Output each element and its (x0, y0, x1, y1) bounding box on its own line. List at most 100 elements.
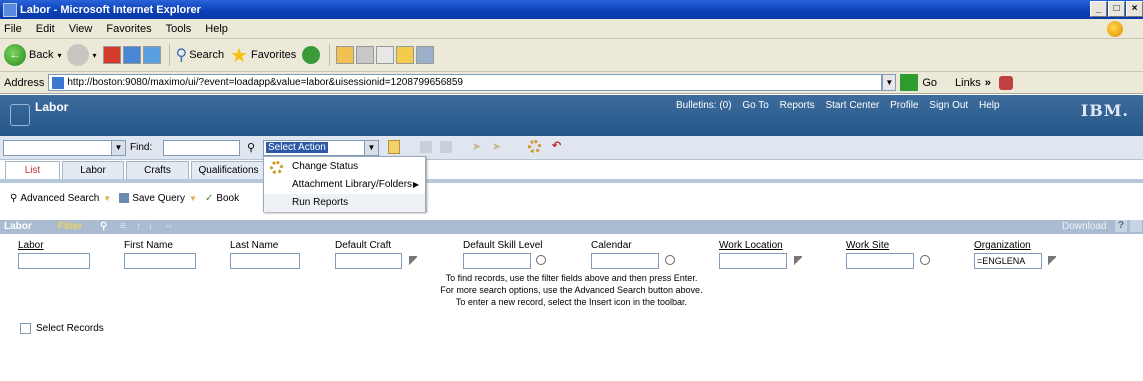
folder-icon[interactable] (396, 46, 415, 64)
detail-menu-icon[interactable] (794, 256, 802, 266)
change-status-icon[interactable] (528, 140, 541, 153)
sort-up-icon[interactable]: ↑ (136, 221, 141, 232)
col-default-skill-level[interactable]: Default Skill Level (463, 240, 542, 251)
find-field-select[interactable]: ▼ (3, 140, 126, 156)
binoculars-icon[interactable]: ⚲ (100, 221, 107, 232)
filter-labor[interactable] (18, 253, 90, 269)
menu-item-attachment-library[interactable]: Attachment Library/Folders ▶ (264, 176, 425, 194)
tab-crafts[interactable]: Crafts (126, 161, 189, 179)
search-button[interactable]: ⚲ Search (176, 45, 225, 65)
menu-edit[interactable]: Edit (36, 23, 55, 35)
go-button[interactable]: Go (922, 77, 937, 89)
tab-labor[interactable]: Labor (62, 161, 124, 179)
favorites-button[interactable]: ★ Favorites (230, 43, 296, 68)
address-input[interactable]: http://boston:9080/maximo/ui/?event=load… (48, 74, 883, 91)
insert-icon[interactable] (388, 140, 400, 154)
sort-down-icon[interactable]: ↓ (148, 221, 153, 232)
edit-icon[interactable] (376, 46, 395, 64)
help-icon[interactable]: ? (1115, 220, 1127, 232)
start-center-link[interactable]: Start Center (825, 100, 879, 111)
back-label: Back (29, 49, 54, 61)
menu-tools[interactable]: Tools (166, 23, 192, 35)
home-icon[interactable] (142, 46, 161, 64)
menu-item-change-status[interactable]: Change Status (264, 158, 425, 176)
clear-filter-icon[interactable]: ≡ (120, 221, 126, 232)
filter-button[interactable]: Filter (58, 221, 82, 232)
print-icon[interactable] (356, 46, 375, 64)
messenger-icon[interactable] (416, 46, 435, 64)
filter-first-name[interactable] (124, 253, 196, 269)
filter-work-site[interactable] (846, 253, 914, 269)
close-button[interactable]: × (1126, 1, 1143, 17)
select-records-checkbox[interactable] (20, 323, 31, 334)
expand-icon[interactable]: ⇔ (164, 221, 174, 232)
filter-last-name[interactable] (230, 253, 300, 269)
tab-list[interactable]: List (5, 161, 60, 179)
address-bar: Address http://boston:9080/maximo/ui/?ev… (0, 72, 1143, 94)
select-records-toggle[interactable]: Select Records (20, 323, 104, 334)
find-input[interactable] (163, 140, 240, 156)
back-button[interactable]: ← Back ▾ (4, 44, 61, 66)
previous-icon[interactable]: ➤ (472, 140, 481, 153)
menu-item-run-reports[interactable]: Run Reports (264, 194, 425, 212)
chevron-down-icon: ▼ (189, 193, 197, 203)
minimize-button[interactable]: _ (1090, 1, 1107, 17)
address-dropdown-button[interactable]: ▼ (882, 74, 897, 91)
lookup-icon[interactable] (920, 255, 930, 265)
stop-icon[interactable] (102, 46, 121, 64)
bookmarks-button[interactable]: ✓ Book (205, 193, 239, 204)
sign-out-link[interactable]: Sign Out (929, 100, 968, 111)
col-organization[interactable]: Organization (974, 240, 1031, 251)
save-icon[interactable] (420, 141, 432, 153)
lookup-icon[interactable] (665, 255, 675, 265)
save-query-button[interactable]: Save Query ▼ (119, 193, 197, 204)
links-button[interactable]: Links (955, 77, 981, 89)
filter-calendar[interactable] (591, 253, 659, 269)
filter-organization[interactable]: =ENGLENA (974, 253, 1042, 269)
detail-menu-icon[interactable] (409, 256, 417, 266)
advanced-search-button[interactable]: ⚲ Advanced Search ▼ (10, 193, 111, 204)
col-labor[interactable]: Labor (18, 240, 44, 251)
goto-link[interactable]: Go To (742, 100, 769, 111)
addon-icon[interactable] (998, 75, 1013, 90)
bookmarks-label: Book (216, 192, 240, 204)
menu-help[interactable]: Help (205, 23, 228, 35)
maximize-button[interactable]: □ (1108, 1, 1125, 17)
select-action-dropdown[interactable]: Select Action ▼ (263, 140, 379, 156)
chevron-right-icon[interactable]: » (985, 77, 991, 89)
filter-work-location[interactable] (719, 253, 787, 269)
lookup-icon[interactable] (536, 255, 546, 265)
run-report-icon[interactable]: ↶ (552, 139, 561, 152)
table-menu-icon[interactable] (1130, 220, 1142, 232)
go-arrow-icon[interactable] (900, 74, 919, 91)
help-line: For more search options, use the Advance… (440, 285, 703, 295)
reports-link[interactable]: Reports (780, 100, 815, 111)
tab-qualifications[interactable]: Qualifications (191, 161, 266, 179)
search-label: Search (189, 49, 225, 61)
col-default-craft[interactable]: Default Craft (335, 240, 391, 251)
forward-button[interactable]: ▾ (67, 44, 97, 66)
bulletins-link[interactable]: Bulletins: (0) (676, 100, 732, 111)
help-link[interactable]: Help (979, 100, 1000, 111)
select-action-menu: Change Status Attachment Library/Folders… (263, 156, 426, 212)
filter-default-skill-level[interactable] (463, 253, 531, 269)
col-work-location[interactable]: Work Location (719, 240, 783, 251)
menu-view[interactable]: View (69, 23, 93, 35)
binoculars-icon[interactable]: ⚲ (247, 141, 255, 154)
next-icon[interactable]: ➤ (492, 140, 501, 153)
menu-favorites[interactable]: Favorites (106, 23, 151, 35)
media-icon[interactable] (302, 46, 321, 64)
menu-file[interactable]: File (4, 23, 22, 35)
clear-icon[interactable] (440, 141, 452, 153)
mail-icon[interactable] (336, 46, 355, 64)
filter-default-craft[interactable] (335, 253, 402, 269)
col-last-name[interactable]: Last Name (230, 240, 278, 251)
detail-menu-icon[interactable] (1048, 256, 1056, 266)
col-calendar[interactable]: Calendar (591, 240, 632, 251)
refresh-icon[interactable] (122, 46, 141, 64)
profile-link[interactable]: Profile (890, 100, 918, 111)
download-button[interactable]: Download (1062, 221, 1106, 232)
col-work-site[interactable]: Work Site (846, 240, 889, 251)
ibm-logo: IBM. (1080, 101, 1129, 120)
col-first-name[interactable]: First Name (124, 240, 173, 251)
